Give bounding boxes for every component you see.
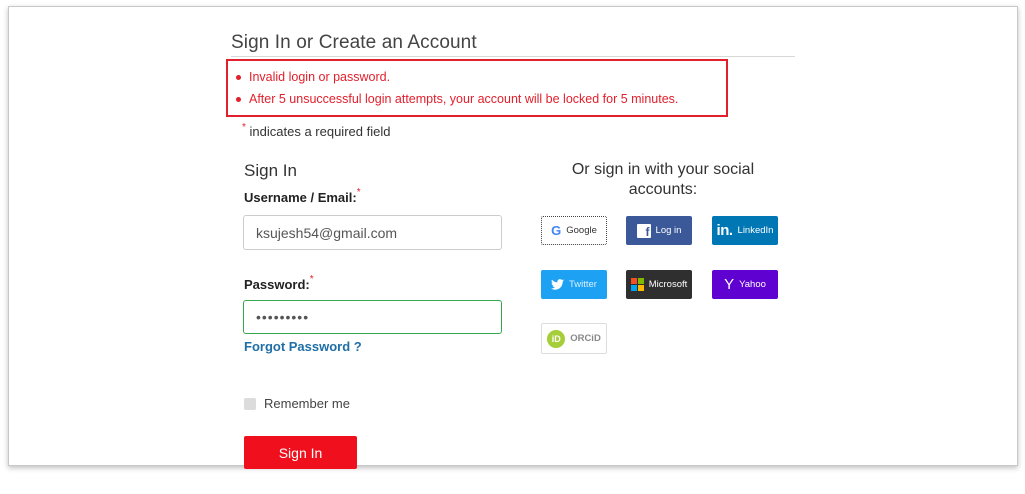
google-icon: G: [551, 223, 562, 238]
username-input[interactable]: [243, 215, 502, 250]
linkedin-icon: in.: [716, 222, 734, 239]
error-message: Invalid login or password.: [236, 66, 678, 88]
page-title: Sign In or Create an Account: [231, 32, 477, 53]
linkedin-signin-button[interactable]: in. LinkedIn: [712, 216, 778, 245]
remember-me-label: Remember me: [264, 396, 350, 411]
forgot-password-link[interactable]: Forgot Password ?: [244, 339, 362, 354]
remember-me[interactable]: Remember me: [244, 396, 350, 411]
microsoft-icon: [630, 278, 644, 291]
password-label-text: Password:: [244, 277, 310, 292]
password-label: Password:*: [244, 274, 314, 292]
username-label-text: Username / Email:: [244, 190, 357, 205]
twitter-icon: [551, 279, 564, 290]
password-input[interactable]: [243, 300, 502, 334]
username-label: Username / Email:*: [244, 187, 361, 205]
title-divider: [231, 56, 795, 57]
yahoo-signin-button[interactable]: Y Yahoo: [712, 270, 778, 299]
google-label: Google: [566, 225, 597, 236]
facebook-icon: f: [636, 223, 651, 238]
required-marker: *: [309, 274, 314, 285]
google-signin-button[interactable]: G Google: [541, 216, 607, 245]
required-marker: *: [356, 187, 361, 198]
microsoft-label: Microsoft: [648, 279, 688, 290]
yahoo-label: Yahoo: [739, 279, 766, 290]
orcid-icon: iD: [547, 329, 566, 348]
social-heading: Or sign in with your social accounts:: [571, 161, 755, 198]
twitter-label: Twitter: [569, 279, 597, 290]
error-message: After 5 unsuccessful login attempts, you…: [236, 88, 678, 110]
twitter-signin-button[interactable]: Twitter: [541, 270, 607, 299]
signin-button[interactable]: Sign In: [244, 436, 357, 469]
remember-me-checkbox[interactable]: [244, 397, 256, 410]
microsoft-signin-button[interactable]: Microsoft: [626, 270, 692, 299]
yahoo-icon: Y: [724, 276, 735, 293]
facebook-label: Log in: [655, 225, 682, 236]
facebook-signin-button[interactable]: f Log in: [626, 216, 692, 245]
linkedin-label: LinkedIn: [737, 225, 774, 236]
orcid-signin-button[interactable]: iD ORCiD: [541, 323, 607, 354]
required-note-text: indicates a required field: [249, 124, 391, 139]
orcid-label: ORCiD: [570, 333, 601, 344]
signin-heading: Sign In: [244, 161, 297, 180]
error-list: Invalid login or password. After 5 unsuc…: [236, 66, 678, 110]
required-field-note: * indicates a required field: [242, 122, 391, 139]
required-marker: *: [242, 122, 246, 133]
